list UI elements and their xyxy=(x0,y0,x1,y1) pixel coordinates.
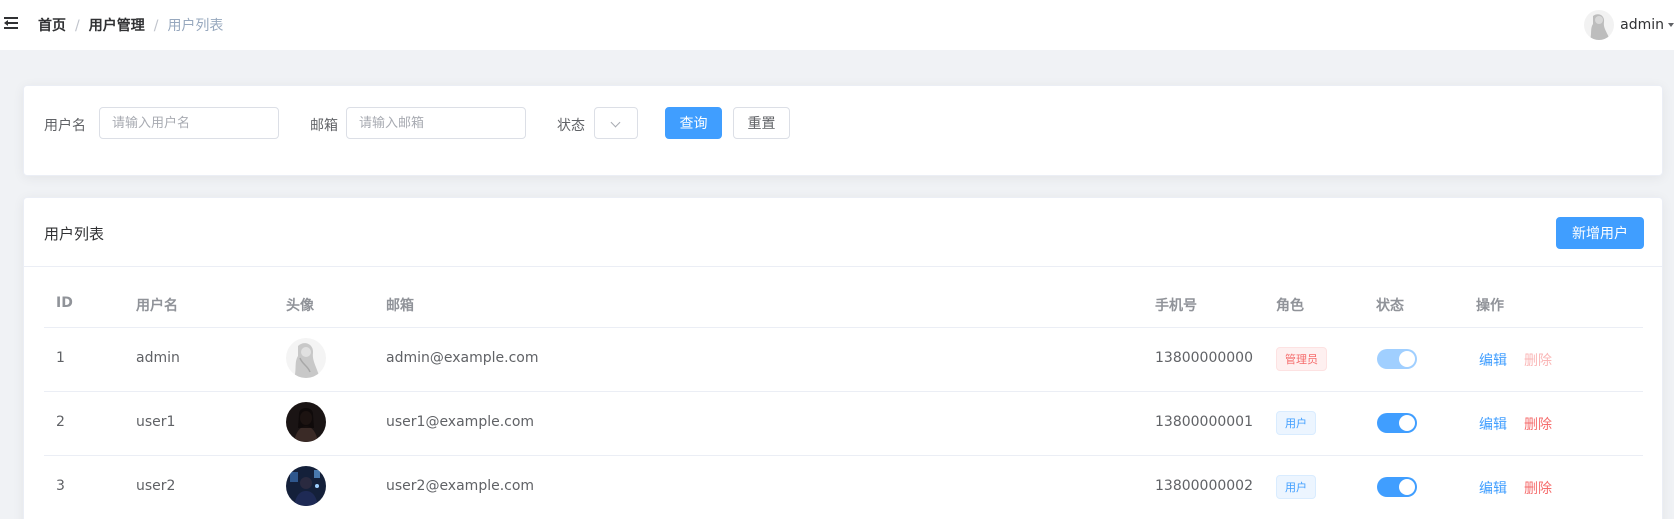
breadcrumb-user-management[interactable]: 用户管理 xyxy=(89,18,145,34)
caret-down-icon[interactable] xyxy=(1668,23,1674,27)
menu-toggle-icon[interactable] xyxy=(4,16,20,32)
role-tag-user: 用户 xyxy=(1276,411,1316,435)
status-label: 状态 xyxy=(557,118,585,134)
cell-email: user2@example.com xyxy=(386,478,535,494)
table-row: 3 user2 user2@example.com 13800000002 用户… xyxy=(44,455,1643,519)
user-list-card: 用户列表 新增用户 ID 用户名 头像 邮箱 手机号 角色 状态 操作 1 ad… xyxy=(23,197,1663,519)
cell-id: 2 xyxy=(56,414,65,430)
status-switch[interactable] xyxy=(1377,477,1417,497)
breadcrumb-current: 用户列表 xyxy=(167,18,224,34)
user-name[interactable]: admin xyxy=(1620,17,1664,33)
cell-phone: 13800000000 xyxy=(1155,350,1253,366)
status-switch xyxy=(1377,349,1417,369)
breadcrumb: 首页 / 用户管理 / 用户列表 xyxy=(38,15,223,35)
table-row: 2 user1 user1@example.com 13800000001 用户… xyxy=(44,391,1643,455)
table-row: 1 admin admin@example.com 13800000000 管理… xyxy=(44,327,1643,391)
edit-button[interactable]: 编辑 xyxy=(1479,478,1507,498)
cell-id: 3 xyxy=(56,478,65,494)
email-label: 邮箱 xyxy=(310,118,338,134)
column-header-avatar: 头像 xyxy=(286,298,314,314)
switch-knob xyxy=(1399,415,1415,431)
user-avatar-image xyxy=(286,466,326,506)
delete-button[interactable]: 删除 xyxy=(1524,478,1552,498)
column-header-role: 角色 xyxy=(1276,298,1304,314)
cell-username: user2 xyxy=(136,478,176,494)
breadcrumb-home[interactable]: 首页 xyxy=(38,18,66,34)
switch-knob xyxy=(1399,351,1415,367)
search-form-card: 用户名 邮箱 状态 查询 重置 xyxy=(23,85,1663,176)
cell-id: 1 xyxy=(56,350,65,366)
column-header-actions: 操作 xyxy=(1476,298,1504,314)
column-header-id: ID xyxy=(56,295,73,311)
breadcrumb-separator: / xyxy=(153,18,159,34)
edit-button[interactable]: 编辑 xyxy=(1479,414,1507,434)
column-header-phone: 手机号 xyxy=(1155,298,1197,314)
chevron-down-icon xyxy=(610,117,621,128)
column-header-status: 状态 xyxy=(1376,298,1404,314)
status-switch[interactable] xyxy=(1377,413,1417,433)
card-header: 用户列表 新增用户 xyxy=(24,198,1662,267)
cell-phone: 13800000001 xyxy=(1155,414,1253,430)
breadcrumb-separator: / xyxy=(75,18,80,34)
user-dropdown[interactable]: admin xyxy=(1584,10,1674,40)
switch-knob xyxy=(1399,479,1415,495)
cell-email: admin@example.com xyxy=(386,350,539,366)
reset-button[interactable]: 重置 xyxy=(733,107,790,139)
top-navbar: 首页 / 用户管理 / 用户列表 admin xyxy=(0,0,1674,50)
delete-button[interactable]: 删除 xyxy=(1524,414,1552,434)
delete-button: 删除 xyxy=(1524,353,1552,369)
username-search-input[interactable] xyxy=(99,107,279,139)
user-avatar[interactable] xyxy=(1584,10,1615,40)
edit-button[interactable]: 编辑 xyxy=(1479,350,1507,370)
role-tag-admin: 管理员 xyxy=(1276,347,1327,371)
card-title: 用户列表 xyxy=(44,225,105,243)
query-button[interactable]: 查询 xyxy=(665,107,722,139)
column-header-username: 用户名 xyxy=(136,298,178,314)
username-label: 用户名 xyxy=(44,118,86,134)
cell-phone: 13800000002 xyxy=(1155,478,1253,494)
user-avatar-image xyxy=(286,402,326,442)
role-tag-user: 用户 xyxy=(1276,475,1316,499)
user-avatar-image xyxy=(286,338,326,378)
cell-username: admin xyxy=(136,350,180,366)
table-header: ID 用户名 头像 邮箱 手机号 角色 状态 操作 xyxy=(44,283,1643,327)
email-search-input[interactable] xyxy=(346,107,526,139)
column-header-email: 邮箱 xyxy=(386,298,414,314)
cell-email: user1@example.com xyxy=(386,414,535,430)
status-select[interactable] xyxy=(594,107,638,139)
cell-username: user1 xyxy=(136,414,176,430)
add-user-button[interactable]: 新增用户 xyxy=(1556,217,1644,249)
